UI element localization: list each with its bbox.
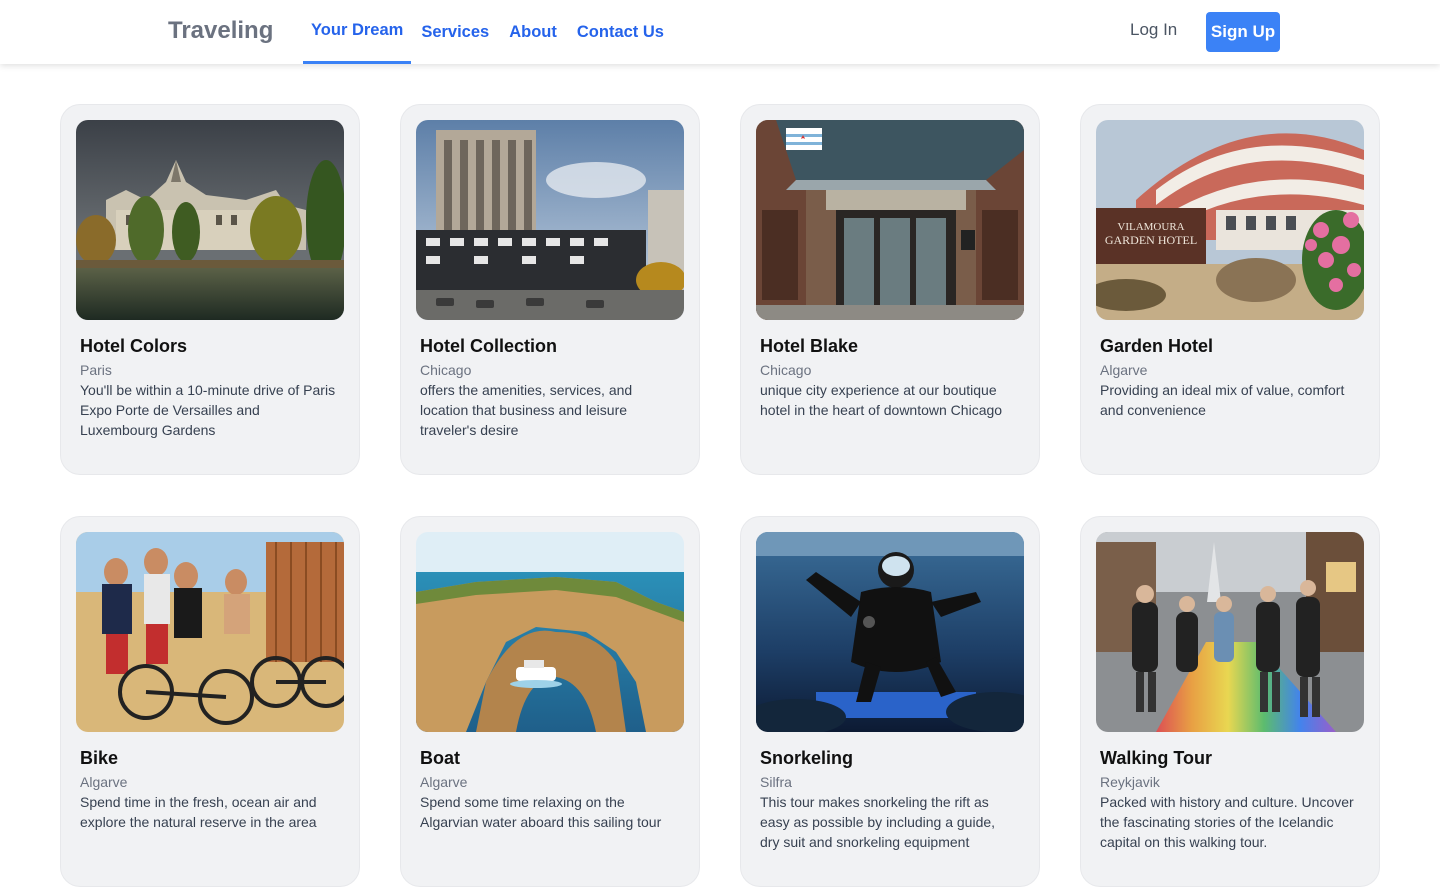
main-nav: Your Dream Services About Contact Us [303,0,674,64]
card-snorkeling[interactable]: Snorkeling Silfra This tour makes snorke… [740,516,1040,887]
walking-tour-image [1096,532,1364,732]
card-location: Silfra [760,774,792,790]
card-title: Boat [420,748,460,768]
card-grid: Hotel Colors Paris You'll be within a 10… [60,104,1380,887]
garden-sign-line-1: VILAMOURA [1117,221,1184,233]
hotel-blake-image [756,120,1024,320]
card-location: Algarve [80,774,128,790]
card-location: Chicago [420,362,472,378]
snorkeling-image [756,532,1024,732]
boat-image [416,532,684,732]
bike-image [76,532,344,732]
card-description: unique city experience at our boutique h… [760,382,1003,418]
card-garden-hotel[interactable]: VILAMOURA GARDEN HOTEL Garden Hotel Alga… [1080,104,1380,475]
card-title: Snorkeling [760,748,854,768]
nav-contact-us[interactable]: Contact Us [567,0,674,64]
card-title: Hotel Colors [80,336,188,356]
card-location: Paris [80,362,112,378]
card-description: offers the amenities, services, and loca… [420,382,633,438]
card-title: Hotel Blake [760,336,859,356]
card-description: Spend some time relaxing on the Algarvia… [420,794,662,830]
nav-about[interactable]: About [499,0,567,64]
card-description: Spend time in the fresh, ocean air and e… [80,794,317,830]
card-boat[interactable]: Boat Algarve Spend some time relaxing on… [400,516,700,887]
card-walking-tour[interactable]: Walking Tour Reykjavik Packed with histo… [1080,516,1380,887]
card-bike[interactable]: Bike Algarve Spend time in the fresh, oc… [60,516,360,887]
card-location: Algarve [420,774,468,790]
card-hotel-collection[interactable]: Hotel Collection Chicago offers the amen… [400,104,700,475]
card-description: This tour makes snorkeling the rift as e… [760,794,996,850]
top-navbar: Traveling Your Dream Services About Cont… [0,0,1440,64]
card-description: Packed with history and culture. Uncover… [1100,794,1354,850]
hotel-colors-image [76,120,344,320]
hotel-collection-image [416,120,684,320]
card-location: Algarve [1100,362,1148,378]
garden-hotel-image: VILAMOURA GARDEN HOTEL [1096,120,1364,320]
login-link[interactable]: Log In [1130,20,1177,40]
brand-logo[interactable]: Traveling [168,17,273,45]
card-title: Garden Hotel [1100,336,1214,356]
card-description: You'll be within a 10-minute drive of Pa… [80,382,336,438]
signup-button[interactable]: Sign Up [1206,12,1280,52]
card-title: Walking Tour [1100,748,1212,768]
card-title: Bike [80,748,119,768]
garden-sign-line-2: GARDEN HOTEL [1105,233,1197,247]
card-title: Hotel Collection [420,336,558,356]
card-hotel-blake[interactable]: Hotel Blake Chicago unique city experien… [740,104,1040,475]
nav-services[interactable]: Services [411,0,499,64]
card-location: Chicago [760,362,812,378]
card-hotel-colors[interactable]: Hotel Colors Paris You'll be within a 10… [60,104,360,475]
card-description: Providing an ideal mix of value, comfort… [1100,382,1345,418]
nav-your-dream[interactable]: Your Dream [303,0,412,64]
card-location: Reykjavik [1100,774,1160,790]
